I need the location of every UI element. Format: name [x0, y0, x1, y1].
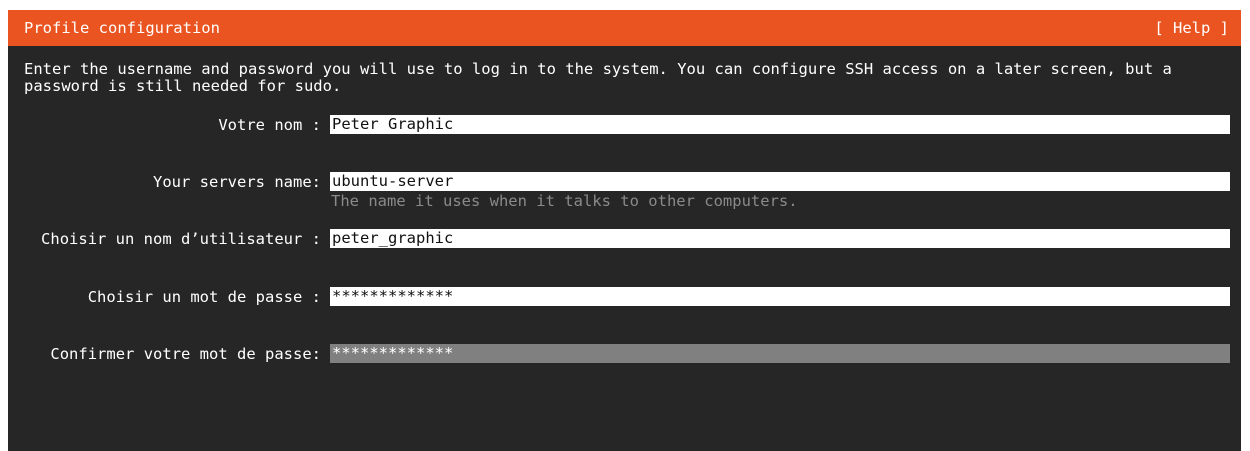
header-bar: Profile configuration [ Help ] [8, 10, 1241, 46]
name-value: Peter Graphic [332, 115, 454, 133]
username-label: Choisir un nom d’utilisateur : [41, 230, 321, 248]
installer-screen: Profile configuration [ Help ] Enter the… [8, 10, 1241, 451]
help-button[interactable]: [ Help ] [1154, 18, 1229, 38]
server-name-label: Your servers name: [153, 173, 321, 191]
password-value: ************* [332, 287, 454, 305]
confirm-password-value: ************* [332, 344, 454, 362]
page-title: Profile configuration [24, 19, 220, 37]
server-name-value: ubuntu-server [332, 172, 454, 190]
name-label: Votre nom : [218, 116, 321, 134]
password-label: Choisir un mot de passe : [87, 288, 321, 306]
name-field[interactable]: Peter Graphic [330, 115, 1230, 134]
server-name-hint: The name it uses when it talks to other … [331, 192, 798, 210]
password-field[interactable]: ************* [330, 287, 1230, 306]
intro-text: Enter the username and password you will… [24, 60, 1172, 95]
confirm-password-field[interactable]: ************* [330, 344, 1230, 363]
username-field[interactable]: peter_graphic [330, 229, 1230, 248]
confirm-password-label: Confirmer votre mot de passe: [50, 345, 321, 363]
server-name-field[interactable]: ubuntu-server [330, 172, 1230, 191]
username-value: peter_graphic [332, 229, 454, 247]
